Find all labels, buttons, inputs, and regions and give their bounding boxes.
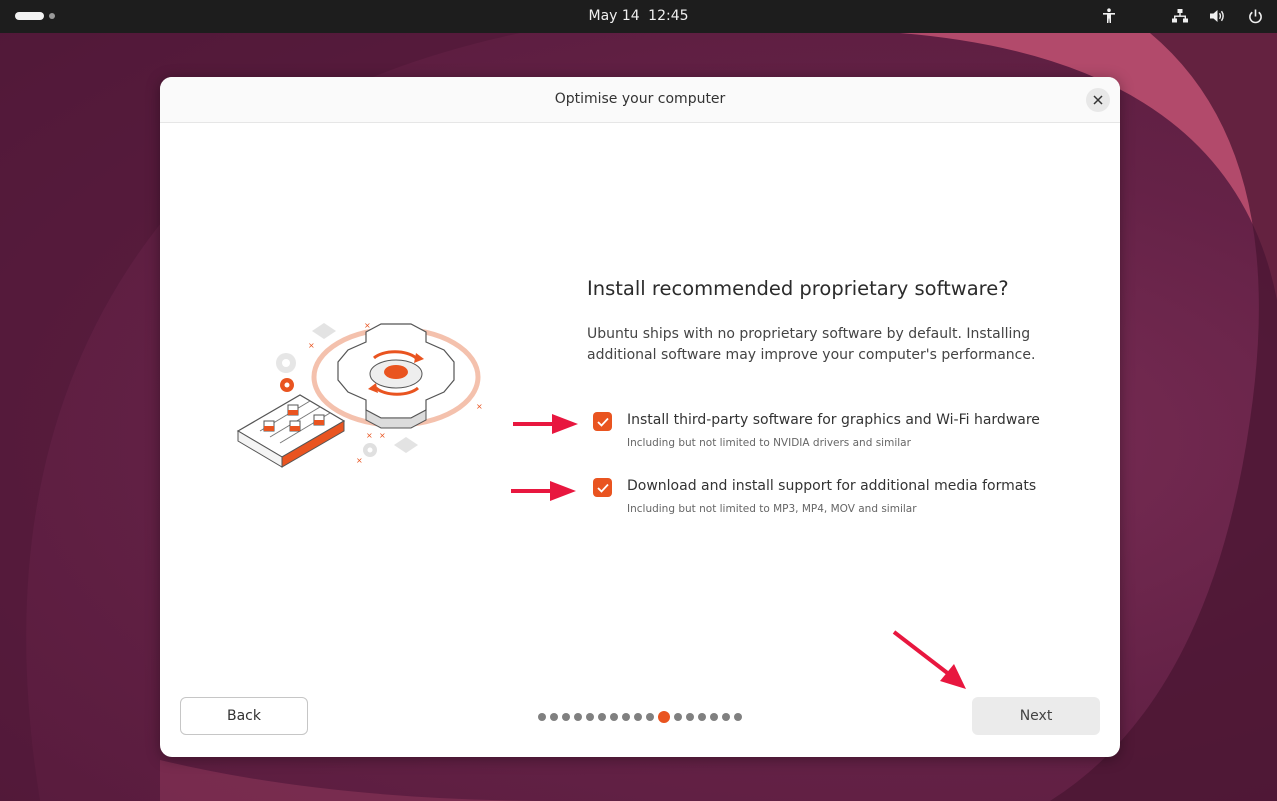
annotation-arrow-option-1 [513, 414, 578, 434]
annotation-arrow-next [892, 630, 966, 689]
annotation-arrows [511, 414, 966, 689]
annotation-arrow-option-2 [511, 481, 576, 501]
